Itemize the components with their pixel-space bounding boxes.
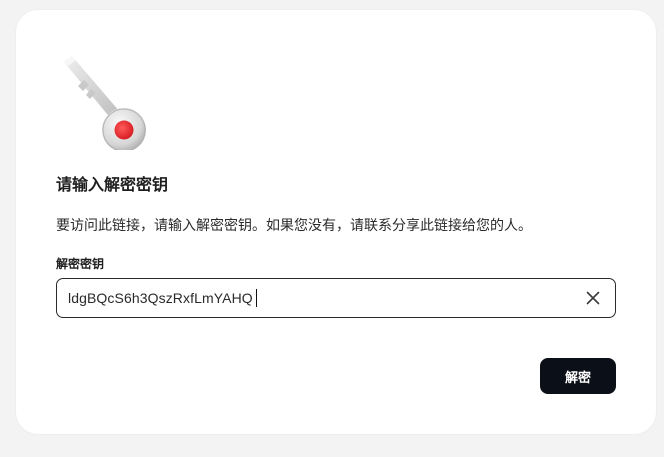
text-caret <box>256 289 257 307</box>
page-title: 请输入解密密钥 <box>56 175 169 194</box>
key-icon <box>64 56 146 150</box>
decrypt-button[interactable]: 解密 <box>540 358 616 394</box>
instruction-text: 要访问此链接，请输入解密密钥。如果您没有，请联系分享此链接给您的人。 <box>56 218 532 234</box>
decryption-key-input[interactable] <box>68 279 568 317</box>
decrypt-dialog: 请输入解密密钥 要访问此链接，请输入解密密钥。如果您没有，请联系分享此链接给您的… <box>16 10 656 434</box>
decryption-key-label: 解密密钥 <box>56 257 105 271</box>
decryption-key-field[interactable] <box>56 278 616 318</box>
close-icon[interactable] <box>585 290 601 306</box>
